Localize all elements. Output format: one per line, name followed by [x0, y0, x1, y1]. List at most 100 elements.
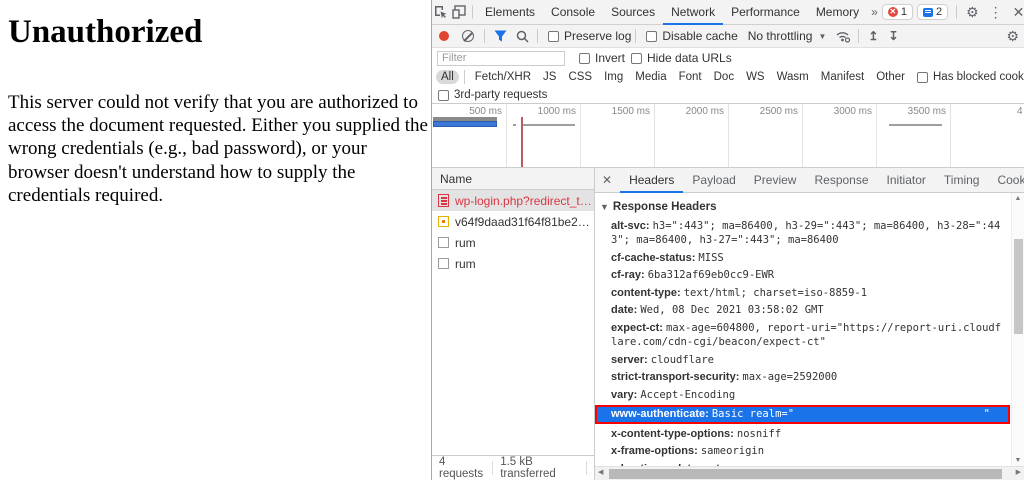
- pill-css[interactable]: CSS: [563, 70, 597, 84]
- invert-checkbox[interactable]: [579, 53, 590, 64]
- header-row-highlighted-www-authenticate[interactable]: www-authenticate: Basic realm=" ": [595, 405, 1010, 425]
- throttling-select[interactable]: No throttling: [748, 29, 813, 43]
- device-toolbar-icon[interactable]: [452, 4, 466, 20]
- detail-tab-cookies[interactable]: Cookies: [988, 168, 1024, 193]
- request-detail-pane: ✕ Headers Payload Preview Response Initi…: [595, 168, 1024, 480]
- issues-badge[interactable]: 2: [917, 4, 948, 20]
- header-row: server: cloudflare: [595, 351, 1010, 369]
- pill-img[interactable]: Img: [599, 70, 628, 84]
- hide-data-urls-checkbox[interactable]: [631, 53, 642, 64]
- pill-all[interactable]: All: [436, 70, 459, 84]
- pill-media[interactable]: Media: [630, 70, 671, 84]
- header-name: x-frame-options:: [611, 445, 698, 457]
- more-tabs-icon[interactable]: »: [867, 5, 882, 19]
- devtools-tabbar: Elements Console Sources Network Perform…: [432, 0, 1024, 25]
- pill-wasm[interactable]: Wasm: [772, 70, 814, 84]
- request-row[interactable]: rum: [432, 253, 594, 274]
- close-devtools-icon[interactable]: ✕: [1008, 4, 1024, 21]
- request-row[interactable]: v64f9daad31f64f81be21cbef6...: [432, 211, 594, 232]
- header-value: sameorigin: [701, 445, 764, 457]
- kebab-menu-icon[interactable]: ⋮: [984, 4, 1008, 21]
- close-detail-icon[interactable]: ✕: [595, 173, 620, 187]
- header-row: alt-svc: h3=":443"; ma=86400, h3-29=":44…: [595, 217, 1010, 249]
- third-party-checkbox[interactable]: [438, 90, 449, 101]
- header-name: expect-ct:: [611, 322, 663, 334]
- issue-count: 2: [936, 6, 942, 18]
- chevron-down-icon[interactable]: ▼: [818, 32, 826, 41]
- divider: [858, 29, 859, 43]
- network-toolbar: Preserve log Disable cache No throttling…: [432, 25, 1024, 48]
- pill-font[interactable]: Font: [674, 70, 707, 84]
- scroll-right-icon[interactable]: ▶: [1016, 468, 1021, 476]
- tab-network[interactable]: Network: [663, 0, 723, 25]
- error-badge[interactable]: ✕ 1: [882, 4, 913, 20]
- request-row[interactable]: wp-login.php?redirect_to=htt...: [432, 190, 594, 211]
- network-conditions-icon[interactable]: [834, 28, 852, 44]
- vertical-scrollbar[interactable]: ▲ ▼: [1011, 193, 1024, 466]
- tab-elements[interactable]: Elements: [477, 0, 543, 25]
- detail-tab-response[interactable]: Response: [805, 168, 877, 193]
- transferred-size: 1.5 kB transferred: [500, 456, 579, 480]
- settings-gear-icon[interactable]: ⚙: [961, 4, 984, 21]
- export-har-icon[interactable]: ↧: [888, 29, 898, 43]
- scroll-down-icon[interactable]: ▼: [1012, 457, 1024, 464]
- pill-fetch-xhr[interactable]: Fetch/XHR: [470, 70, 536, 84]
- inspect-element-icon[interactable]: [434, 4, 448, 20]
- tick-label: 3000 ms: [802, 106, 872, 117]
- pill-doc[interactable]: Doc: [709, 70, 739, 84]
- tab-performance[interactable]: Performance: [723, 0, 808, 25]
- detail-tab-initiator[interactable]: Initiator: [878, 168, 935, 193]
- header-row: cf-cache-status: MISS: [595, 249, 1010, 267]
- filter-row: Invert Hide data URLs: [432, 48, 1024, 67]
- detail-tab-timing[interactable]: Timing: [935, 168, 989, 193]
- record-button[interactable]: [439, 31, 449, 41]
- tab-sources[interactable]: Sources: [603, 0, 663, 25]
- scroll-up-icon[interactable]: ▲: [1012, 195, 1024, 202]
- network-settings-gear-icon[interactable]: ⚙: [1001, 28, 1024, 45]
- tab-memory[interactable]: Memory: [808, 0, 867, 25]
- detail-tab-headers[interactable]: Headers: [620, 168, 683, 193]
- tick-label: 2500 ms: [728, 106, 798, 117]
- third-party-label: 3rd-party requests: [454, 89, 547, 101]
- message-icon: [923, 8, 933, 17]
- divider: [472, 5, 473, 19]
- header-value: max-age=604800, report-uri="https://repo…: [611, 322, 1001, 349]
- pill-manifest[interactable]: Manifest: [816, 70, 869, 84]
- search-icon[interactable]: [513, 28, 531, 44]
- has-blocked-cookies-checkbox[interactable]: [917, 72, 928, 83]
- pill-ws[interactable]: WS: [741, 70, 770, 84]
- screen: Unauthorized This server could not verif…: [0, 0, 1024, 480]
- preserve-log-checkbox[interactable]: [548, 31, 559, 42]
- script-icon: [438, 216, 449, 227]
- network-overview-timeline[interactable]: 500 ms 1000 ms 1500 ms 2000 ms 2500 ms 3…: [432, 104, 1024, 168]
- filter-funnel-icon[interactable]: [491, 28, 509, 44]
- disable-cache-checkbox[interactable]: [646, 31, 657, 42]
- detail-tab-preview[interactable]: Preview: [745, 168, 806, 193]
- response-headers-section[interactable]: ▼Response Headers: [595, 199, 1010, 217]
- header-name: x-content-type-options:: [611, 428, 734, 440]
- import-har-icon[interactable]: ↥: [868, 29, 878, 43]
- header-row: cf-ray: 6ba312af69eb0cc9-EWR: [595, 267, 1010, 285]
- tab-console[interactable]: Console: [543, 0, 603, 25]
- header-name: www-authenticate:: [611, 408, 709, 420]
- pill-other[interactable]: Other: [871, 70, 910, 84]
- horizontal-scrollbar-thumb[interactable]: [609, 469, 1002, 479]
- network-status-bar: 4 requests 1.5 kB transferred: [432, 455, 594, 480]
- scroll-left-icon[interactable]: ◀: [598, 468, 603, 476]
- detail-tab-payload[interactable]: Payload: [683, 168, 744, 193]
- horizontal-scrollbar[interactable]: ◀ ▶: [595, 466, 1024, 480]
- error-icon: ✕: [888, 7, 898, 17]
- request-name: rum: [455, 257, 476, 271]
- vertical-scrollbar-thumb[interactable]: [1014, 239, 1023, 334]
- header-value: cloudflare: [651, 354, 714, 366]
- error-count: 1: [901, 6, 907, 18]
- clear-icon[interactable]: [462, 30, 474, 42]
- request-row[interactable]: rum: [432, 232, 594, 253]
- header-row: content-type: text/html; charset=iso-885…: [595, 284, 1010, 302]
- request-count: 4 requests: [439, 456, 485, 480]
- pill-js[interactable]: JS: [538, 70, 561, 84]
- filter-input[interactable]: [437, 51, 565, 66]
- name-column-header[interactable]: Name: [432, 168, 594, 190]
- waterfall-bar-blue: [433, 121, 497, 127]
- headers-content: ▼Response Headers alt-svc: h3=":443"; ma…: [595, 193, 1024, 480]
